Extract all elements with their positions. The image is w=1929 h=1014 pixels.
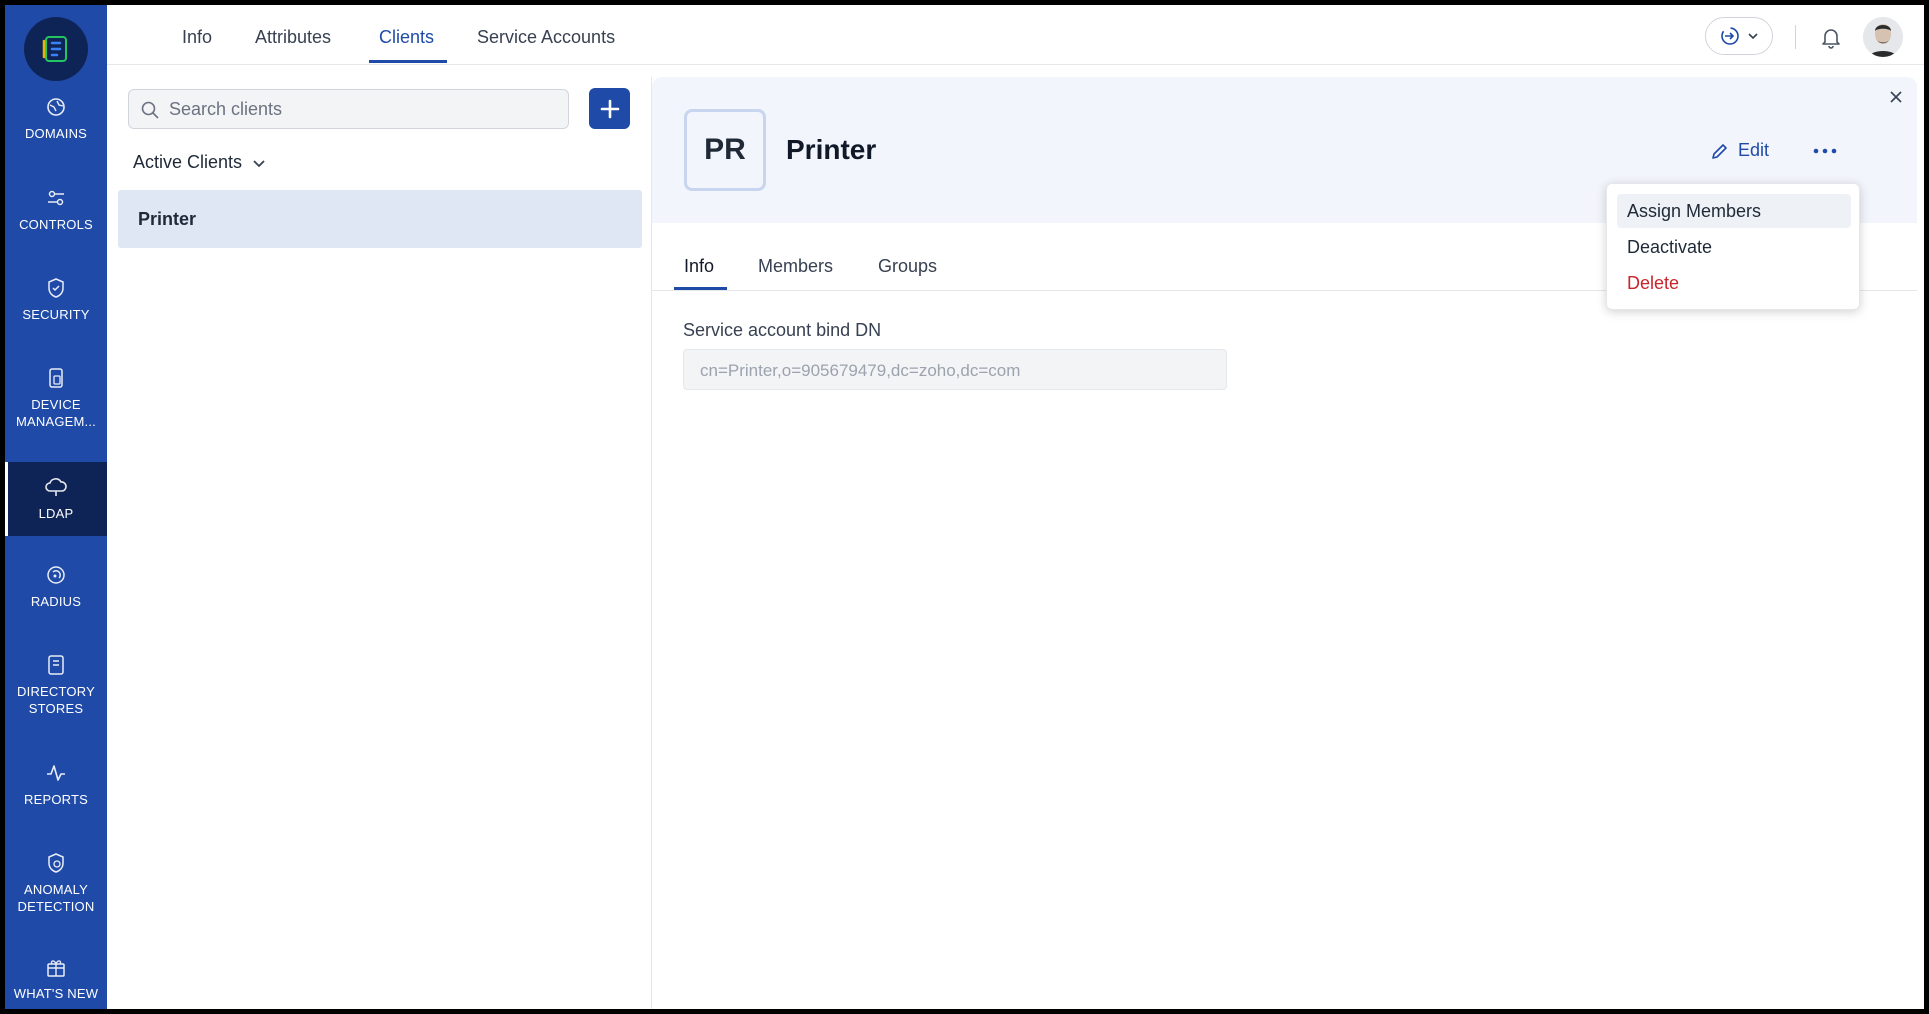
app-window: DOMAINS CONTROLS SECURITY DEVICE MANAGEM… xyxy=(5,5,1924,1009)
detail-tab-info[interactable]: Info xyxy=(684,256,714,277)
sidebar-item-security[interactable]: SECURITY xyxy=(5,276,107,340)
sidebar-item-label: SECURITY xyxy=(22,307,90,322)
more-options-button[interactable] xyxy=(1812,141,1838,161)
filter-label: Active Clients xyxy=(133,152,243,172)
device-icon xyxy=(44,366,68,390)
radius-icon xyxy=(44,563,68,587)
search-box xyxy=(128,89,569,129)
client-status-filter[interactable]: Active Clients xyxy=(133,152,266,173)
controls-icon xyxy=(44,186,68,210)
user-avatar[interactable] xyxy=(1863,17,1903,57)
cloud-icon xyxy=(44,475,68,499)
detail-tab-members[interactable]: Members xyxy=(758,256,833,277)
plus-icon xyxy=(600,99,619,118)
book-icon xyxy=(44,653,68,677)
app-switcher-button[interactable] xyxy=(1705,17,1773,55)
tab-clients[interactable]: Clients xyxy=(379,27,434,48)
client-list-item[interactable]: Printer xyxy=(118,190,642,248)
user-photo-icon xyxy=(1863,17,1903,57)
tab-service-accounts[interactable]: Service Accounts xyxy=(477,27,615,48)
edit-button[interactable]: Edit xyxy=(1710,140,1769,161)
search-icon xyxy=(140,100,160,120)
pulse-icon xyxy=(44,761,68,785)
gift-icon xyxy=(44,955,68,979)
domains-icon xyxy=(44,95,68,119)
sidebar-item-reports[interactable]: REPORTS xyxy=(5,761,107,825)
chevron-down-icon xyxy=(253,159,265,167)
sidebar-item-anomaly-detection[interactable]: ANOMALY DETECTION xyxy=(5,851,107,933)
detail-tab-groups[interactable]: Groups xyxy=(878,256,937,277)
sidebar-item-directory-stores[interactable]: DIRECTORY STORES xyxy=(5,653,107,735)
client-initials-avatar: PR xyxy=(684,109,766,191)
more-options-menu: Assign Members Deactivate Delete xyxy=(1606,183,1860,310)
sidebar-item-ldap[interactable]: LDAP xyxy=(5,462,107,536)
ellipsis-icon xyxy=(1813,148,1837,154)
sidebar-item-radius[interactable]: RADIUS xyxy=(5,563,107,627)
menu-item-assign-members[interactable]: Assign Members xyxy=(1617,194,1851,228)
top-navigation: Info Attributes Clients Service Accounts xyxy=(107,5,1924,65)
bell-icon[interactable] xyxy=(1818,24,1844,50)
menu-item-delete[interactable]: Delete xyxy=(1617,266,1851,300)
edit-label: Edit xyxy=(1738,140,1770,160)
chevron-down-icon xyxy=(1748,33,1758,40)
shield-icon xyxy=(44,276,68,300)
bind-dn-label: Service account bind DN xyxy=(683,320,882,340)
sidebar-item-label: RADIUS xyxy=(30,594,82,609)
sidebar-item-label: WHAT'S NEW xyxy=(13,986,99,1001)
tab-attributes[interactable]: Attributes xyxy=(255,27,331,48)
active-tab-indicator xyxy=(369,60,447,63)
sidebar-item-device-management[interactable]: DEVICE MANAGEM... xyxy=(5,366,107,448)
client-name: Printer xyxy=(138,209,197,229)
anomaly-shield-icon xyxy=(44,851,68,875)
sidebar-item-label: CONTROLS xyxy=(19,217,93,232)
sidebar-item-label: ANOMALY DETECTION xyxy=(17,882,95,914)
bind-dn-value: cn=Printer,o=905679479,dc=zoho,dc=com xyxy=(700,361,1021,380)
bind-dn-field[interactable]: cn=Printer,o=905679479,dc=zoho,dc=com xyxy=(683,349,1227,390)
sidebar-item-label: LDAP xyxy=(38,506,74,521)
pencil-icon xyxy=(1712,143,1727,159)
search-input[interactable] xyxy=(169,90,559,128)
sidebar-item-whats-new[interactable]: WHAT'S NEW xyxy=(5,955,107,1009)
app-logo[interactable] xyxy=(24,17,88,81)
logo-icon xyxy=(42,36,67,62)
sidebar-item-label: DOMAINS xyxy=(24,126,88,141)
close-icon[interactable] xyxy=(1884,85,1908,109)
sidebar: DOMAINS CONTROLS SECURITY DEVICE MANAGEM… xyxy=(5,5,107,1009)
divider xyxy=(1795,25,1796,49)
sidebar-item-label: DEVICE MANAGEM... xyxy=(15,397,96,429)
sidebar-item-label: DIRECTORY STORES xyxy=(17,684,95,716)
add-client-button[interactable] xyxy=(589,88,630,129)
active-detail-tab-indicator xyxy=(674,287,727,290)
sidebar-item-controls[interactable]: CONTROLS xyxy=(5,186,107,250)
sidebar-item-domains[interactable]: DOMAINS xyxy=(5,95,107,159)
client-title: Printer xyxy=(786,134,877,165)
menu-item-deactivate[interactable]: Deactivate xyxy=(1617,230,1851,264)
sign-in-icon xyxy=(1721,27,1739,45)
sidebar-item-label: REPORTS xyxy=(23,792,88,807)
tab-info[interactable]: Info xyxy=(182,27,212,48)
